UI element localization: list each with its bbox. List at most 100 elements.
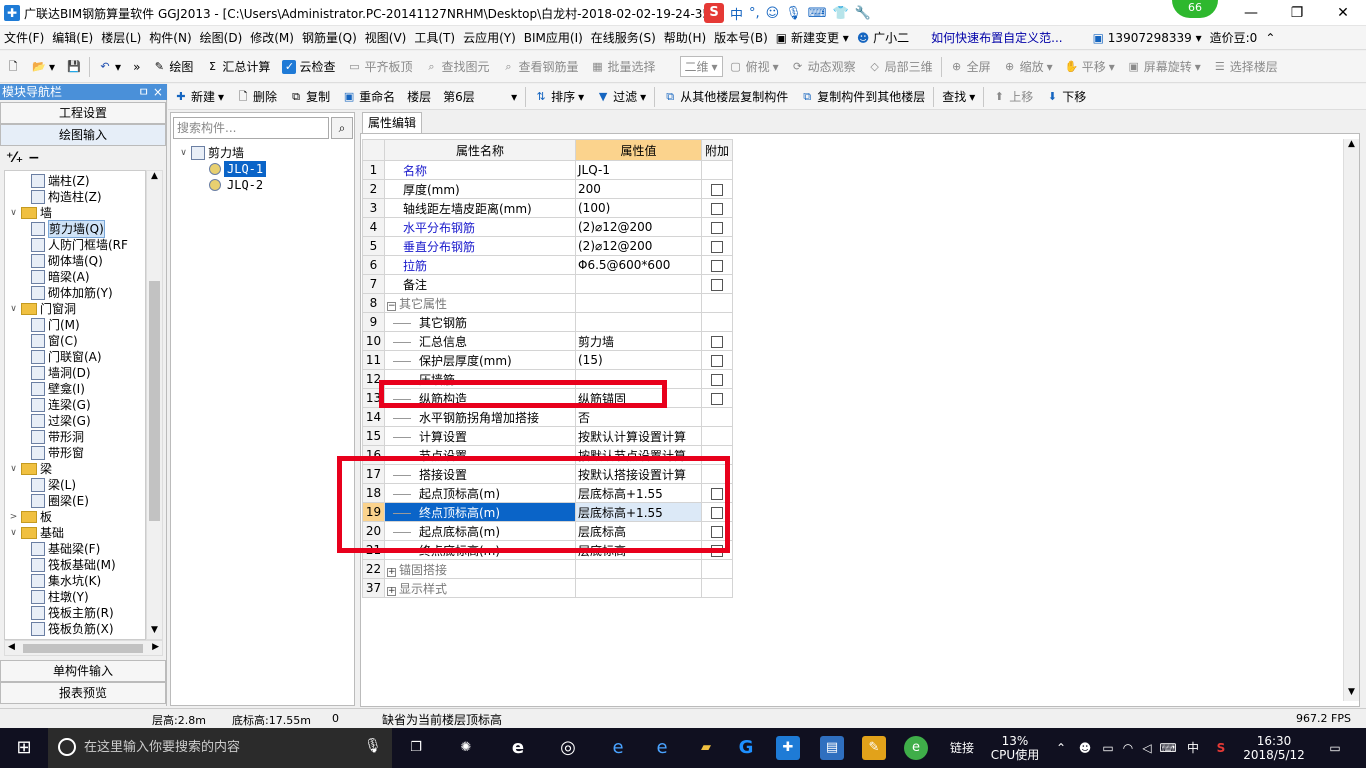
copy-button[interactable]: ⧉ 复制 — [283, 88, 336, 105]
tree-item[interactable]: 带形窗 — [31, 445, 84, 461]
pan-button[interactable]: ✋ 平移 ▾ — [1059, 58, 1121, 75]
property-row[interactable]: 7 备注 — [362, 274, 733, 294]
tree-item[interactable]: 壁龛(I) — [31, 381, 85, 397]
new-file-button[interactable]: 🗋 — [0, 60, 26, 74]
collapse-icon[interactable]: − — [387, 301, 396, 311]
collapse-icon[interactable]: ∨ — [179, 145, 188, 161]
attach-checkbox[interactable] — [711, 240, 723, 253]
sort-button[interactable]: ⇅ 排序 ▾ — [528, 88, 590, 105]
prop-value-cell[interactable]: Φ6.5@600*600 — [575, 255, 702, 275]
prop-name-cell[interactable]: 其它钢筋 — [384, 312, 576, 332]
prop-value-cell[interactable]: 200 — [575, 179, 702, 199]
prop-value-cell[interactable]: (15) — [575, 350, 702, 370]
tree-item[interactable]: 梁(L) — [31, 477, 76, 493]
view-rebar-button[interactable]: ⌕ 查看钢筋量 — [495, 58, 584, 75]
pinwheel-icon[interactable]: ✺ — [454, 736, 478, 760]
network-icon[interactable]: ▭ — [1098, 728, 1118, 768]
prop-value-cell[interactable] — [575, 274, 702, 294]
prop-name-cell[interactable]: 轴线距左墙皮距离(mm) — [384, 198, 576, 218]
close-button[interactable]: ✕ — [1320, 0, 1366, 26]
open-button[interactable]: 📂 ▾ — [26, 60, 61, 74]
cloud-check-button[interactable]: ✓ 云检查 — [276, 58, 341, 75]
prop-value-cell[interactable]: (2)⌀12@200 — [575, 217, 702, 237]
clock[interactable]: 16:30 2018/5/12 — [1240, 728, 1308, 768]
tip-link[interactable]: 如何快速布置自定义范... — [927, 29, 1066, 46]
copy-to-floor-button[interactable]: ⧉ 复制构件到其他楼层 — [794, 88, 931, 105]
sogou-icon[interactable]: S — [704, 3, 724, 23]
prop-name-cell[interactable]: + 锚固搭接 — [384, 559, 576, 579]
property-row[interactable]: 14 水平钢筋拐角增加搭接 否 — [362, 407, 733, 427]
menu-online[interactable]: 在线服务(S) — [587, 29, 660, 46]
drawing-input-button[interactable]: 绘图输入 — [0, 124, 166, 146]
task-view-icon[interactable]: ❐ — [404, 736, 428, 760]
tree-item[interactable]: 构造柱(Z) — [31, 189, 102, 205]
prop-value-cell[interactable] — [575, 559, 702, 579]
attach-checkbox[interactable] — [711, 183, 723, 196]
prop-name-cell[interactable]: − 其它属性 — [384, 293, 576, 313]
property-row[interactable]: 8− 其它属性 — [362, 293, 733, 313]
zoom-button[interactable]: ⊕ 缩放 ▾ — [997, 58, 1059, 75]
menu-rebar[interactable]: 钢筋量(Q) — [298, 29, 361, 46]
tree-item[interactable]: 门联窗(A) — [31, 349, 102, 365]
attach-checkbox[interactable] — [711, 335, 723, 348]
more-icon[interactable]: » — [127, 60, 146, 74]
tree-item[interactable]: 集水坑(K) — [31, 573, 101, 589]
prop-name-cell[interactable]: 水平钢筋拐角增加搭接 — [384, 407, 576, 427]
prop-name-cell[interactable]: 水平分布钢筋 — [384, 217, 576, 237]
attach-checkbox[interactable] — [711, 392, 723, 405]
ime-punct[interactable]: °, — [749, 6, 760, 21]
undo-button[interactable]: ↶ ▾ — [92, 60, 127, 74]
attach-checkbox[interactable] — [711, 354, 723, 367]
delete-button[interactable]: 🗋 删除 — [230, 88, 283, 105]
volume-icon[interactable]: ◁ — [1138, 728, 1156, 768]
browser-360-icon[interactable]: e — [904, 736, 928, 760]
ime-toolbar[interactable]: S 中 °, ☺ 🎙 ⌨ 👕 🔧 — [704, 3, 871, 23]
sum-calc-button[interactable]: Σ 汇总计算 — [199, 58, 276, 75]
property-scrollbar[interactable]: ▲ ▼ — [1343, 139, 1359, 701]
prop-value-cell[interactable] — [575, 293, 702, 313]
find-button[interactable]: 查找 ▾ — [936, 88, 981, 105]
calc-app-icon[interactable]: ▤ — [820, 736, 844, 760]
collapse-icon[interactable]: ∨ — [9, 301, 18, 317]
prop-name-cell[interactable]: 备注 — [384, 274, 576, 294]
user-account[interactable]: ▣ 13907298339 ▾ — [1089, 31, 1206, 45]
tree-item[interactable]: 带形洞 — [31, 429, 84, 445]
edge-icon[interactable]: e — [606, 736, 630, 760]
property-row[interactable]: 15 计算设置 按默认计算设置计算 — [362, 426, 733, 446]
menu-file[interactable]: 文件(F) — [0, 29, 48, 46]
attach-checkbox[interactable] — [711, 221, 723, 234]
collapse-icon[interactable]: ∨ — [9, 461, 18, 477]
tree-item[interactable]: 圈梁(E) — [31, 493, 89, 509]
floor-select[interactable]: 第6层 ▾ — [437, 88, 523, 105]
prop-name-cell[interactable]: 保护层厚度(mm) — [384, 350, 576, 370]
prop-name-cell[interactable]: 名称 — [384, 160, 576, 180]
notification-icon[interactable]: ▭ — [1320, 728, 1350, 768]
filter-button[interactable]: ▼ 过滤 ▾ — [590, 88, 652, 105]
menu-tools[interactable]: 工具(T) — [410, 29, 459, 46]
property-row[interactable]: 11 保护层厚度(mm) (15) — [362, 350, 733, 370]
tree-item[interactable]: 墙洞(D) — [31, 365, 91, 381]
property-row[interactable]: 22 + 锚固搭接 — [362, 559, 733, 579]
pin-close-icons[interactable]: ㅁ × — [138, 84, 163, 100]
tree-item[interactable]: 连梁(G) — [31, 397, 91, 413]
prop-value-cell[interactable] — [575, 578, 702, 598]
collapse-icon[interactable]: ∨ — [9, 205, 18, 221]
tree-item[interactable]: 柱墩(Y) — [31, 589, 89, 605]
tree-folder[interactable]: ∨ 梁 — [9, 461, 52, 477]
wifi-icon[interactable]: ◠ — [1118, 728, 1138, 768]
menu-component[interactable]: 构件(N) — [145, 29, 195, 46]
prop-name-cell[interactable]: 厚度(mm) — [384, 179, 576, 199]
menu-modify[interactable]: 修改(M) — [246, 29, 298, 46]
dynamic-view-button[interactable]: ⟳ 动态观察 — [785, 58, 862, 75]
explorer-icon[interactable]: ▰ — [694, 736, 718, 760]
component-item-jlq1[interactable]: JLQ-1 — [209, 161, 267, 177]
prop-name-cell[interactable]: + 显示样式 — [384, 578, 576, 598]
collapse-icon[interactable]: ∨ — [9, 525, 18, 541]
tree-item[interactable]: 砌体加筋(Y) — [31, 285, 113, 301]
menu-edit[interactable]: 编辑(E) — [48, 29, 97, 46]
tree-item[interactable]: 暗梁(A) — [31, 269, 90, 285]
property-row[interactable]: 5 垂直分布钢筋 (2)⌀12@200 — [362, 236, 733, 256]
tree-folder[interactable]: > 板 — [9, 509, 52, 525]
select-floor-button[interactable]: ☰ 选择楼层 — [1207, 58, 1284, 75]
property-row[interactable]: 2 厚度(mm) 200 — [362, 179, 733, 199]
